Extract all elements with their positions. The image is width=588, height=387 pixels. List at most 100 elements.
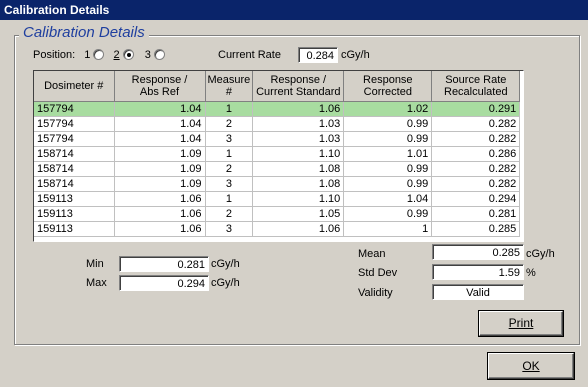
validity-field: Valid	[432, 284, 524, 300]
column-header-text: Source Rate	[445, 74, 507, 86]
table-cell: 1.10	[252, 146, 345, 162]
table-cell: 0.99	[343, 131, 433, 147]
column-header-text: Current Standard	[256, 86, 341, 98]
table-cell: 1.06	[114, 206, 206, 222]
ok-button[interactable]: OK	[487, 352, 575, 380]
position-radio-3[interactable]	[153, 49, 165, 60]
table-cell: 1.04	[343, 191, 433, 207]
table-row[interactable]: 157794 1.04 2 1.03 0.99 0.282	[34, 116, 521, 132]
table-cell: 0.291	[431, 101, 521, 117]
position-label: Position:	[33, 49, 76, 61]
column-header[interactable]: Measure #	[205, 71, 254, 102]
max-label: Max	[86, 277, 107, 289]
current-rate-label: Current Rate	[218, 49, 281, 61]
std-dev-label: Std Dev	[358, 267, 398, 279]
column-header-text: Response /	[131, 74, 188, 86]
table-cell: 1.04	[114, 131, 206, 147]
table-cell: 0.281	[431, 206, 521, 222]
table-row[interactable]: 157794 1.04 1 1.06 1.02 0.291	[34, 101, 521, 117]
table-cell: 3	[205, 221, 254, 237]
max-unit: cGy/h	[211, 277, 240, 289]
table-cell: 1.09	[114, 161, 206, 177]
table-row[interactable]: 159113 1.06 2 1.05 0.99 0.281	[34, 206, 521, 222]
validity-label: Validity	[358, 287, 393, 299]
position-option-2-label: 2	[113, 49, 120, 61]
column-header-text: Response /	[270, 74, 327, 86]
table-cell: 0.282	[431, 176, 521, 192]
mean-label: Mean	[358, 248, 386, 260]
table-cell: 159113	[34, 206, 115, 222]
table-cell: 1	[205, 146, 254, 162]
table-cell: 157794	[34, 101, 115, 117]
table-cell: 1.03	[252, 116, 345, 132]
current-rate-unit: cGy/h	[341, 49, 370, 61]
table-cell: 0.286	[431, 146, 521, 162]
max-field: 0.294	[119, 275, 209, 291]
table-row[interactable]: 159113 1.06 3 1.06 1 0.285	[34, 221, 521, 237]
column-header[interactable]: Response / Current Standard	[252, 71, 345, 102]
ok-button-label: OK	[522, 359, 540, 373]
table-cell: 1.05	[252, 206, 345, 222]
calibration-table[interactable]: Dosimeter # Response / Abs Ref Measure # Resp…	[33, 70, 524, 242]
column-header-text: #	[225, 86, 232, 98]
table-row[interactable]: 158714 1.09 3 1.08 0.99 0.282	[34, 176, 521, 192]
table-cell: 1.08	[252, 176, 345, 192]
table-cell: 3	[205, 176, 254, 192]
table-cell: 1.02	[343, 101, 433, 117]
min-field: 0.281	[119, 256, 209, 272]
table-row[interactable]: 157794 1.04 3 1.03 0.99 0.282	[34, 131, 521, 147]
table-row[interactable]: 159113 1.06 1 1.10 1.04 0.294	[34, 191, 521, 207]
mean-field: 0.285	[432, 244, 524, 260]
column-header[interactable]: Dosimeter #	[34, 71, 115, 102]
column-header-text: Corrected	[363, 86, 412, 98]
print-button[interactable]: Print	[478, 310, 564, 337]
table-cell: 1.04	[114, 116, 206, 132]
table-cell: 0.99	[343, 116, 433, 132]
table-cell: 1.04	[114, 101, 206, 117]
column-header-text: Dosimeter #	[44, 80, 104, 92]
table-cell: 1	[205, 101, 254, 117]
min-unit: cGy/h	[211, 258, 240, 270]
table-cell: 2	[205, 161, 254, 177]
table-cell: 2	[205, 206, 254, 222]
table-cell: 158714	[34, 161, 115, 177]
std-dev-unit: %	[526, 267, 536, 279]
position-radio-2[interactable]	[122, 49, 134, 60]
table-cell: 0.282	[431, 161, 521, 177]
column-header[interactable]: Source Rate Recalculated	[431, 71, 521, 102]
position-radio-1[interactable]	[93, 49, 105, 60]
table-cell: 1.09	[114, 176, 206, 192]
table-cell: 1.08	[252, 161, 345, 177]
table-cell: 1	[343, 221, 433, 237]
table-cell: 1	[205, 191, 254, 207]
column-header-text: Response	[363, 74, 413, 86]
print-button-label: Print	[508, 316, 534, 330]
table-cell: 158714	[34, 176, 115, 192]
std-dev-field: 1.59	[432, 264, 524, 280]
column-header[interactable]: Response Corrected	[343, 71, 433, 102]
min-label: Min	[86, 258, 104, 270]
table-cell: 1.06	[114, 221, 206, 237]
table-cell: 1.09	[114, 146, 206, 162]
table-cell: 157794	[34, 116, 115, 132]
mean-unit: cGy/h	[526, 248, 555, 260]
table-cell: 0.99	[343, 176, 433, 192]
table-cell: 1.10	[252, 191, 345, 207]
window-title: Calibration Details	[0, 0, 588, 20]
group-title: Calibration Details	[19, 24, 149, 42]
table-cell: 0.99	[343, 206, 433, 222]
column-header[interactable]: Response / Abs Ref	[114, 71, 206, 102]
table-cell: 1.01	[343, 146, 433, 162]
table-cell: 1.03	[252, 131, 345, 147]
table-cell: 1.06	[252, 221, 345, 237]
table-row[interactable]: 158714 1.09 2 1.08 0.99 0.282	[34, 161, 521, 177]
table-cell: 2	[205, 116, 254, 132]
table-cell: 157794	[34, 131, 115, 147]
table-cell: 158714	[34, 146, 115, 162]
table-cell: 159113	[34, 191, 115, 207]
table-row[interactable]: 158714 1.09 1 1.10 1.01 0.286	[34, 146, 521, 162]
column-header-text: Measure	[207, 74, 251, 86]
column-header-text: Recalculated	[444, 86, 508, 98]
table-cell: 3	[205, 131, 254, 147]
table-cell: 1.06	[252, 101, 345, 117]
